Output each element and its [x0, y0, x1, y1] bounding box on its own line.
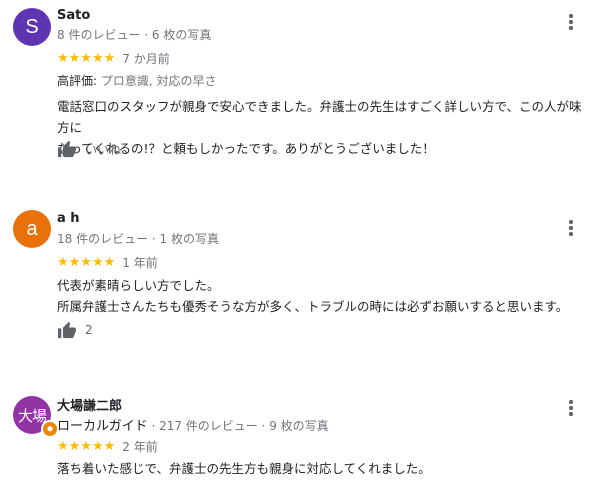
attr-value: プロ意識, 対応の早さ: [97, 74, 217, 88]
reviewer-name[interactable]: 大場謙二郎: [57, 395, 122, 414]
star-rating: ★★★★★: [57, 439, 116, 454]
reviewer-name[interactable]: a h: [57, 211, 80, 226]
like-label: いいね: [85, 142, 122, 157]
review-text: 代表が素晴らしい方でした。 所属弁護士さんたちも優秀そうな方が多く、トラブルの時…: [57, 275, 587, 317]
rating-row: ★★★★★ 1 年前: [57, 254, 158, 271]
review-text-line: 代表が素晴らしい方でした。: [57, 278, 220, 293]
review-card: S Sato 8 件のレビュー · 6 枚の写真 ★★★★★ 7 か月前 高評価…: [0, 0, 600, 200]
star-rating: ★★★★★: [57, 51, 116, 66]
like-button[interactable]: 2: [57, 321, 93, 339]
reviewer-name[interactable]: Sato: [57, 8, 90, 23]
reviewer-counts: · 217 件のレビュー · 9 枚の写真: [147, 419, 329, 433]
avatar-initial: 大場: [17, 407, 47, 425]
review-card: 大場 ✸ 大場謙二郎 ローカルガイド · 217 件のレビュー · 9 枚の写真…: [0, 380, 600, 481]
review-text: 落ち着いた感じで、弁護士の先生方も親身に対応してくれました。: [57, 458, 587, 479]
attr-label: 高評価:: [57, 74, 98, 88]
local-guide-label: ローカルガイド: [57, 419, 148, 434]
review-text-line: 所属弁護士さんたちも優秀そうな方が多く、トラブルの時には必ずお願いすると思います…: [57, 299, 569, 314]
avatar-initial: S: [25, 16, 39, 38]
reviewer-meta: 18 件のレビュー · 1 枚の写真: [57, 232, 219, 246]
review-text: 電話窓口のスタッフが親身で安心できました。弁護士の先生はすごく詳しい方で、この人…: [57, 96, 587, 159]
more-options-icon[interactable]: [566, 218, 576, 238]
review-card: a a h 18 件のレビュー · 1 枚の写真 ★★★★★ 1 年前 代表が素…: [0, 200, 600, 380]
avatar[interactable]: 大場 ✸: [13, 396, 59, 438]
like-count: 2: [85, 323, 93, 337]
rating-row: ★★★★★ 2 年前: [57, 438, 158, 455]
review-date: 2 年前: [122, 440, 158, 454]
avatar[interactable]: a: [13, 210, 51, 248]
review-date: 7 か月前: [122, 52, 170, 66]
review-attributes: 高評価: プロ意識, 対応の早さ: [57, 72, 217, 89]
more-options-icon[interactable]: [566, 398, 576, 418]
reviewer-meta: ローカルガイド · 217 件のレビュー · 9 枚の写真: [57, 415, 329, 434]
review-text-line: 落ち着いた感じで、弁護士の先生方も親身に対応してくれました。: [57, 461, 431, 476]
avatar[interactable]: S: [13, 8, 51, 46]
avatar-initial: a: [26, 218, 38, 240]
reviewer-meta: 8 件のレビュー · 6 枚の写真: [57, 28, 212, 42]
like-button[interactable]: いいね: [57, 140, 121, 158]
star-rating: ★★★★★: [57, 255, 116, 270]
review-date: 1 年前: [122, 256, 158, 270]
more-options-icon[interactable]: [566, 12, 576, 32]
thumbs-up-icon: [58, 321, 76, 339]
review-text-line: 電話窓口のスタッフが親身で安心できました。弁護士の先生はすごく詳しい方で、この人…: [57, 99, 582, 135]
rating-row: ★★★★★ 7 か月前: [57, 50, 170, 67]
thumbs-up-icon: [58, 140, 76, 158]
review-text-line: なってくれるの!？と頼もしかったです。ありがとうございました！: [57, 141, 435, 156]
